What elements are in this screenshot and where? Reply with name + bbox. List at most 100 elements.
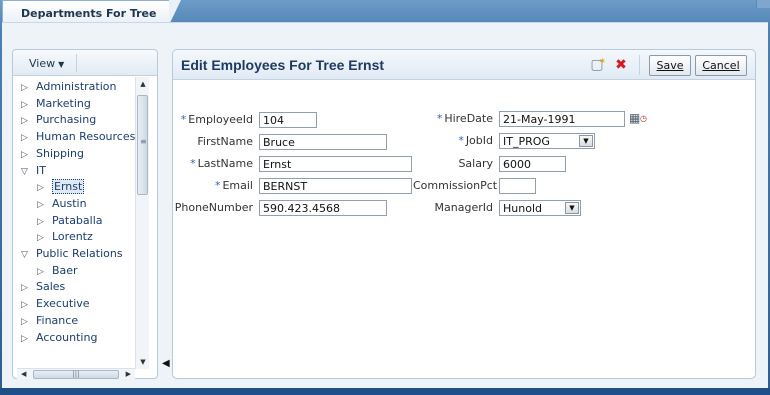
collapsed-triangle-icon[interactable]: ▷ — [21, 314, 31, 330]
grip-icon: ≡ — [140, 137, 147, 146]
tree-node-sales[interactable]: ▷ Sales — [21, 279, 65, 295]
scroll-left-arrow-icon[interactable]: ◀ — [21, 369, 26, 380]
save-button[interactable]: Save — [649, 55, 691, 76]
employee-id-row: * EmployeeId 104 — [173, 112, 453, 128]
tree-node-label[interactable]: Human Resources — [36, 130, 135, 143]
main-content: View ▼ ▷ Administration ▷ Marketing ▷ Purchasi… — [2, 22, 768, 390]
calendar-icon[interactable]: ▦ ◷ — [629, 110, 647, 126]
collapsed-triangle-icon[interactable]: ▷ — [37, 214, 47, 230]
collapsed-triangle-icon[interactable]: ▷ — [21, 80, 31, 96]
expanded-triangle-icon[interactable]: ▽ — [21, 247, 31, 263]
view-menu-button[interactable]: View ▼ — [21, 54, 77, 72]
scroll-right-arrow-icon[interactable]: ▶ — [126, 369, 131, 380]
tree-node-label[interactable]: Austin — [52, 197, 87, 210]
expanded-triangle-icon[interactable]: ▽ — [21, 164, 31, 180]
tree-node-lorentz[interactable]: ▷ Lorentz — [37, 229, 93, 245]
tree-node-label[interactable]: Pataballa — [52, 214, 103, 227]
vertical-scroll-thumb[interactable]: ≡ — [137, 95, 148, 195]
collapsed-triangle-icon[interactable]: ▷ — [37, 197, 47, 213]
collapsed-triangle-icon[interactable]: ▷ — [37, 264, 47, 280]
tree-node-label[interactable]: Shipping — [36, 147, 84, 160]
create-record-icon[interactable]: ▢ ✶ — [589, 57, 606, 73]
email-field[interactable]: BERNST — [259, 178, 412, 194]
tree-node-accounting[interactable]: ▷ Accounting — [21, 330, 97, 346]
first-name-field[interactable]: Bruce — [259, 134, 387, 150]
salary-field[interactable]: 6000 — [499, 156, 566, 172]
hire-date-field[interactable]: 21-May-1991 — [499, 111, 625, 127]
tree-node-label[interactable]: Purchasing — [36, 113, 96, 126]
dropdown-arrow-icon[interactable]: ▼ — [565, 202, 579, 214]
collapsed-triangle-icon[interactable]: ▷ — [21, 331, 31, 347]
tree-node-ernst[interactable]: ▷ Ernst — [37, 179, 85, 196]
email-label-text: Email — [222, 179, 253, 192]
salary-row: Salary 6000 — [413, 156, 743, 172]
commission-row: CommissionPct — [413, 178, 743, 194]
required-marker: * — [436, 112, 443, 125]
tree-node-label[interactable]: Accounting — [36, 331, 97, 344]
employee-id-field[interactable]: 104 — [259, 112, 317, 128]
tree-node-label[interactable]: Executive — [36, 297, 90, 310]
collapsed-triangle-icon[interactable]: ▷ — [37, 230, 47, 246]
last-name-field[interactable]: Ernst — [259, 156, 412, 172]
tree-node-finance[interactable]: ▷ Finance — [21, 313, 78, 329]
panel-splitter-collapse-icon[interactable]: ◀ — [162, 353, 170, 375]
tree-node-label[interactable]: Finance — [36, 314, 78, 327]
cancel-button[interactable]: Cancel — [695, 55, 747, 76]
status-strip — [0, 388, 770, 395]
form-header: Edit Employees For Tree Ernst ▢ ✶ ✖ Save … — [173, 50, 755, 80]
tree-node-label[interactable]: Lorentz — [52, 230, 93, 243]
employee-id-label: * EmployeeId — [173, 113, 253, 126]
scroll-down-arrow-icon[interactable]: ▼ — [138, 357, 148, 367]
collapsed-triangle-icon[interactable]: ▷ — [21, 97, 31, 113]
horizontal-scroll-thumb[interactable]: ||| — [33, 370, 119, 379]
phone-field[interactable]: 590.423.4568 — [259, 200, 387, 216]
hire-date-label: * HireDate — [413, 112, 493, 125]
tree-node-label[interactable]: Marketing — [36, 97, 91, 110]
tree-horizontal-scrollbar[interactable]: ◀ ||| ▶ — [17, 368, 135, 379]
caret-down-icon: ▼ — [58, 60, 65, 69]
tree-vertical-scrollbar[interactable]: ▲ ≡ ▼ — [135, 77, 149, 369]
collapsed-triangle-icon[interactable]: ▷ — [21, 280, 31, 296]
required-marker: * — [214, 179, 221, 192]
delete-icon[interactable]: ✖ — [613, 57, 629, 73]
tree-node-public-relations[interactable]: ▽ Public Relations — [21, 246, 123, 262]
manager-id-selected-value: Hunold — [503, 202, 542, 215]
employee-id-label-text: EmployeeId — [188, 113, 253, 126]
phone-row: PhoneNumber 590.423.4568 — [173, 200, 453, 216]
tree-node-label[interactable]: Baer — [52, 264, 78, 277]
tree-node-it[interactable]: ▽ IT — [21, 163, 46, 179]
collapsed-triangle-icon[interactable]: ▷ — [21, 130, 31, 146]
manager-id-select[interactable]: Hunold ▼ — [499, 200, 581, 216]
tree-node-marketing[interactable]: ▷ Marketing — [21, 96, 91, 112]
tree-node-label[interactable]: Public Relations — [36, 247, 123, 260]
tree-node-label[interactable]: Ernst — [52, 179, 85, 195]
window-corner-button[interactable] — [756, 0, 770, 8]
tree-node-label[interactable]: Sales — [36, 280, 65, 293]
scroll-up-arrow-icon[interactable]: ▲ — [138, 79, 148, 89]
commission-field[interactable] — [499, 178, 536, 194]
tree-node-human-resources[interactable]: ▷ Human Resources — [21, 129, 135, 145]
tab-departments-for-tree[interactable]: Departments For Tree — [2, 0, 181, 25]
required-marker: * — [180, 113, 187, 126]
app-frame: Departments For Tree View ▼ ▷ Administrati… — [0, 0, 770, 395]
first-name-label: FirstName — [197, 135, 253, 148]
tree-node-purchasing[interactable]: ▷ Purchasing — [21, 112, 96, 128]
tree-node-label[interactable]: Administration — [36, 80, 117, 93]
tree-node-administration[interactable]: ▷ Administration — [21, 79, 117, 95]
collapsed-triangle-icon[interactable]: ▷ — [21, 113, 31, 129]
dropdown-arrow-icon[interactable]: ▼ — [579, 135, 593, 147]
tree-node-shipping[interactable]: ▷ Shipping — [21, 146, 84, 162]
tree-node-austin[interactable]: ▷ Austin — [37, 196, 87, 212]
collapsed-triangle-icon[interactable]: ▷ — [37, 180, 47, 196]
tree-node-executive[interactable]: ▷ Executive — [21, 296, 90, 312]
collapsed-triangle-icon[interactable]: ▷ — [21, 147, 31, 163]
new-star-icon: ✶ — [598, 57, 606, 67]
page-title: Edit Employees For Tree Ernst — [181, 57, 385, 73]
collapsed-triangle-icon[interactable]: ▷ — [21, 297, 31, 313]
tree-node-pataballa[interactable]: ▷ Pataballa — [37, 213, 103, 229]
view-menu-label: View — [29, 57, 56, 70]
tree-node-baer[interactable]: ▷ Baer — [37, 263, 78, 279]
job-id-select[interactable]: IT_PROG ▼ — [499, 133, 595, 149]
tree-node-label[interactable]: IT — [36, 164, 46, 177]
tree-panel: View ▼ ▷ Administration ▷ Marketing ▷ Purchasi… — [12, 49, 158, 379]
